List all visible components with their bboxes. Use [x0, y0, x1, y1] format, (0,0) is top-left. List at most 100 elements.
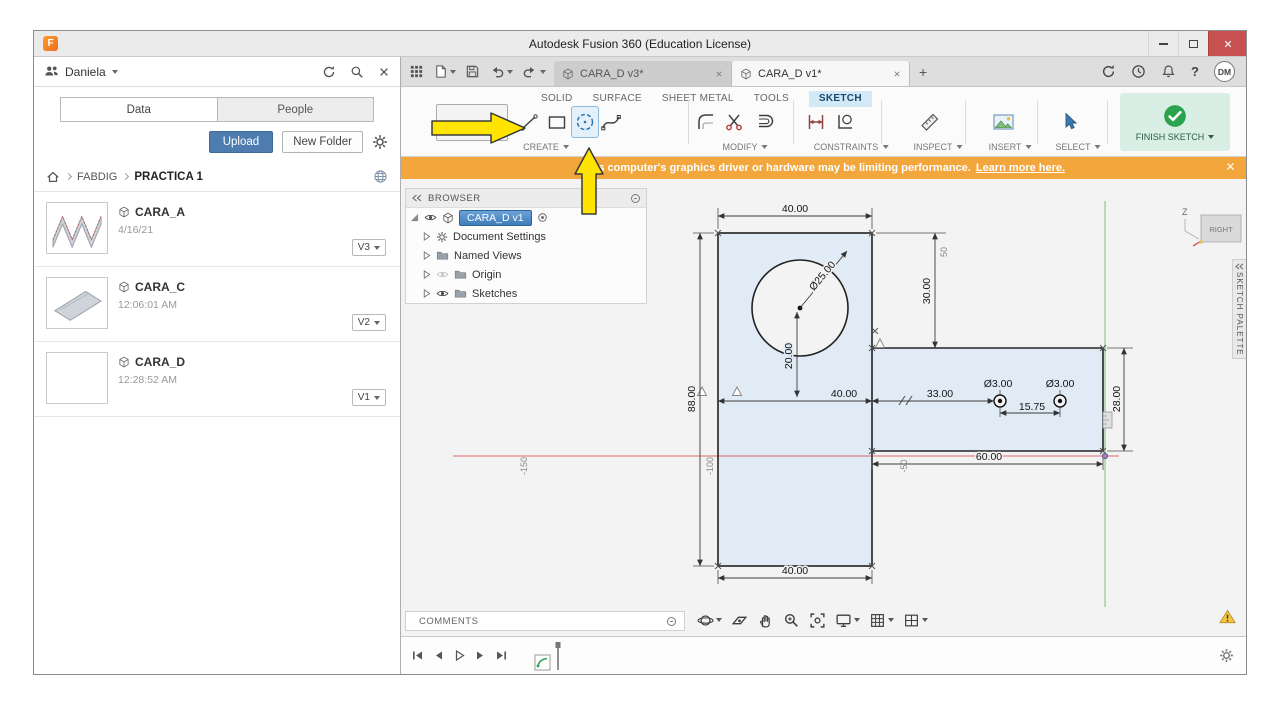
browser-row[interactable]: Named Views	[406, 246, 646, 265]
step-back-icon[interactable]	[432, 649, 445, 662]
globe-icon[interactable]	[373, 169, 388, 184]
version-dropdown[interactable]: V3	[351, 239, 386, 256]
upload-button[interactable]: Upload	[208, 131, 274, 153]
tab-people[interactable]: People	[217, 97, 374, 122]
dim-mid-width[interactable]: 40.00	[829, 387, 858, 402]
list-item[interactable]: CARA_C 12:06:01 AM V2	[34, 267, 400, 342]
sketch-feature-icon[interactable]	[534, 654, 551, 671]
fillet-tool-button[interactable]	[693, 107, 719, 137]
group-label-select[interactable]: SELECT	[1055, 142, 1101, 152]
viewports-icon[interactable]	[903, 612, 928, 629]
breadcrumb-current[interactable]: PRACTICA 1	[134, 171, 203, 183]
rectangle-tool-button[interactable]	[544, 107, 570, 137]
dim-upper-right-height[interactable]: 30.00	[920, 276, 935, 305]
browser-root-name[interactable]: CARA_D v1	[459, 209, 532, 226]
job-status-clock-icon[interactable]	[1131, 64, 1146, 79]
redo-icon[interactable]	[519, 62, 549, 81]
activate-component-icon[interactable]	[537, 212, 548, 223]
dim-arm-height[interactable]: 28.00	[1110, 384, 1125, 413]
document-tab[interactable]: CARA_D v3*	[554, 61, 732, 86]
help-icon[interactable]: ?	[1191, 64, 1199, 79]
user-avatar[interactable]: DM	[1214, 61, 1235, 82]
insert-image-icon[interactable]	[989, 107, 1017, 137]
save-icon[interactable]	[462, 62, 483, 81]
home-icon[interactable]	[46, 170, 60, 184]
dim-top-width[interactable]: 40.00	[780, 202, 809, 217]
undo-icon[interactable]	[486, 62, 516, 81]
dim-hole-left[interactable]: Ø3.00	[982, 377, 1014, 392]
browser-row[interactable]: Origin	[406, 265, 646, 284]
new-tab-button[interactable]: +	[910, 57, 936, 86]
search-icon[interactable]	[350, 65, 364, 79]
version-dropdown[interactable]: V2	[351, 314, 386, 331]
offset-tool-button[interactable]	[752, 107, 778, 137]
sketch-palette-tab[interactable]: SKETCH PALETTE	[1232, 259, 1246, 359]
visibility-eye-icon[interactable]	[424, 211, 437, 224]
expand-open-icon[interactable]	[410, 213, 419, 222]
browser-row[interactable]: Sketches	[406, 284, 646, 303]
file-menu-icon[interactable]	[430, 62, 459, 81]
measure-tool-icon[interactable]	[916, 107, 946, 137]
browser-row-root[interactable]: CARA_D v1	[406, 208, 646, 227]
go-to-start-icon[interactable]	[411, 649, 424, 662]
user-menu-caret-icon[interactable]	[111, 69, 118, 74]
browser-row[interactable]: Document Settings	[406, 227, 646, 246]
view-cube[interactable]: Z RIGHT	[1182, 207, 1242, 247]
new-folder-button[interactable]: New Folder	[282, 131, 363, 153]
trim-scissors-icon[interactable]	[721, 107, 747, 137]
play-icon[interactable]	[453, 649, 466, 662]
expand-closed-icon[interactable]	[422, 270, 431, 279]
display-settings-icon[interactable]	[835, 612, 860, 629]
item-name[interactable]: CARA_A	[135, 205, 185, 219]
pan-hand-icon[interactable]	[757, 612, 774, 629]
minimize-button[interactable]	[1148, 31, 1178, 56]
dim-hole-spacing[interactable]: 15.75	[1017, 400, 1046, 415]
ruler-grip-icon[interactable]	[1102, 411, 1113, 429]
tab-sketch[interactable]: SKETCH	[808, 90, 872, 107]
close-tab-icon[interactable]	[893, 70, 901, 78]
list-item[interactable]: CARA_A 4/16/21 V3	[34, 192, 400, 267]
select-cursor-icon[interactable]	[1057, 107, 1083, 137]
tab-sheet-metal[interactable]: SHEET METAL	[662, 93, 734, 104]
item-name[interactable]: CARA_D	[135, 355, 185, 369]
document-tab-active[interactable]: CARA_D v1*	[732, 61, 910, 86]
collapse-browser-icon[interactable]	[412, 194, 422, 202]
expand-closed-icon[interactable]	[422, 251, 431, 260]
group-label-insert[interactable]: INSERT	[989, 142, 1032, 152]
refresh-icon[interactable]	[322, 65, 336, 79]
expand-closed-icon[interactable]	[422, 232, 431, 241]
group-label-constraints[interactable]: CONSTRAINTS	[814, 142, 889, 152]
step-forward-icon[interactable]	[474, 649, 487, 662]
grid-snap-icon[interactable]	[869, 612, 894, 629]
tab-data[interactable]: Data	[60, 97, 218, 122]
finish-sketch-button[interactable]: FINISH SKETCH	[1120, 93, 1230, 151]
version-dropdown[interactable]: V1	[351, 389, 386, 406]
model-canvas[interactable]: 40.00 88.00 30.00 Ø25.00 20.00 40.00 33.…	[401, 179, 1246, 636]
dim-hole-right[interactable]: Ø3.00	[1044, 377, 1076, 392]
browser-options-icon[interactable]	[631, 193, 640, 203]
viewcube-face-label[interactable]: RIGHT	[1209, 225, 1233, 234]
close-button[interactable]	[1208, 31, 1246, 56]
dim-overall-height[interactable]: 88.00	[685, 384, 700, 413]
zoom-icon[interactable]	[783, 612, 800, 629]
breadcrumb-folder[interactable]: FABDIG	[77, 171, 117, 183]
orbit-icon[interactable]	[697, 612, 722, 629]
group-label-inspect[interactable]: INSPECT	[913, 142, 963, 152]
close-panel-icon[interactable]	[378, 66, 390, 78]
visibility-eye-icon[interactable]	[436, 287, 449, 300]
dimension-constraint-icon[interactable]	[803, 107, 829, 137]
group-label-modify[interactable]: MODIFY	[723, 142, 768, 152]
timeline-settings-gear-icon[interactable]	[1219, 648, 1234, 668]
group-label-create[interactable]: CREATE	[523, 142, 569, 152]
sync-status-icon[interactable]	[1101, 64, 1116, 79]
dim-arm-length[interactable]: 60.00	[974, 450, 1003, 465]
dim-edge-to-hole[interactable]: 33.00	[925, 387, 954, 402]
notifications-bell-icon[interactable]	[1161, 64, 1176, 79]
warning-triangle-icon[interactable]	[1219, 609, 1236, 629]
close-tab-icon[interactable]	[715, 70, 723, 78]
dim-circle-drop[interactable]: 20.00	[782, 341, 797, 370]
banner-close-icon[interactable]	[1225, 161, 1236, 175]
list-item[interactable]: CARA_D 12:28:52 AM V1	[34, 342, 400, 417]
learn-more-link[interactable]: Learn more here.	[976, 162, 1065, 174]
comments-options-icon[interactable]	[667, 616, 676, 626]
